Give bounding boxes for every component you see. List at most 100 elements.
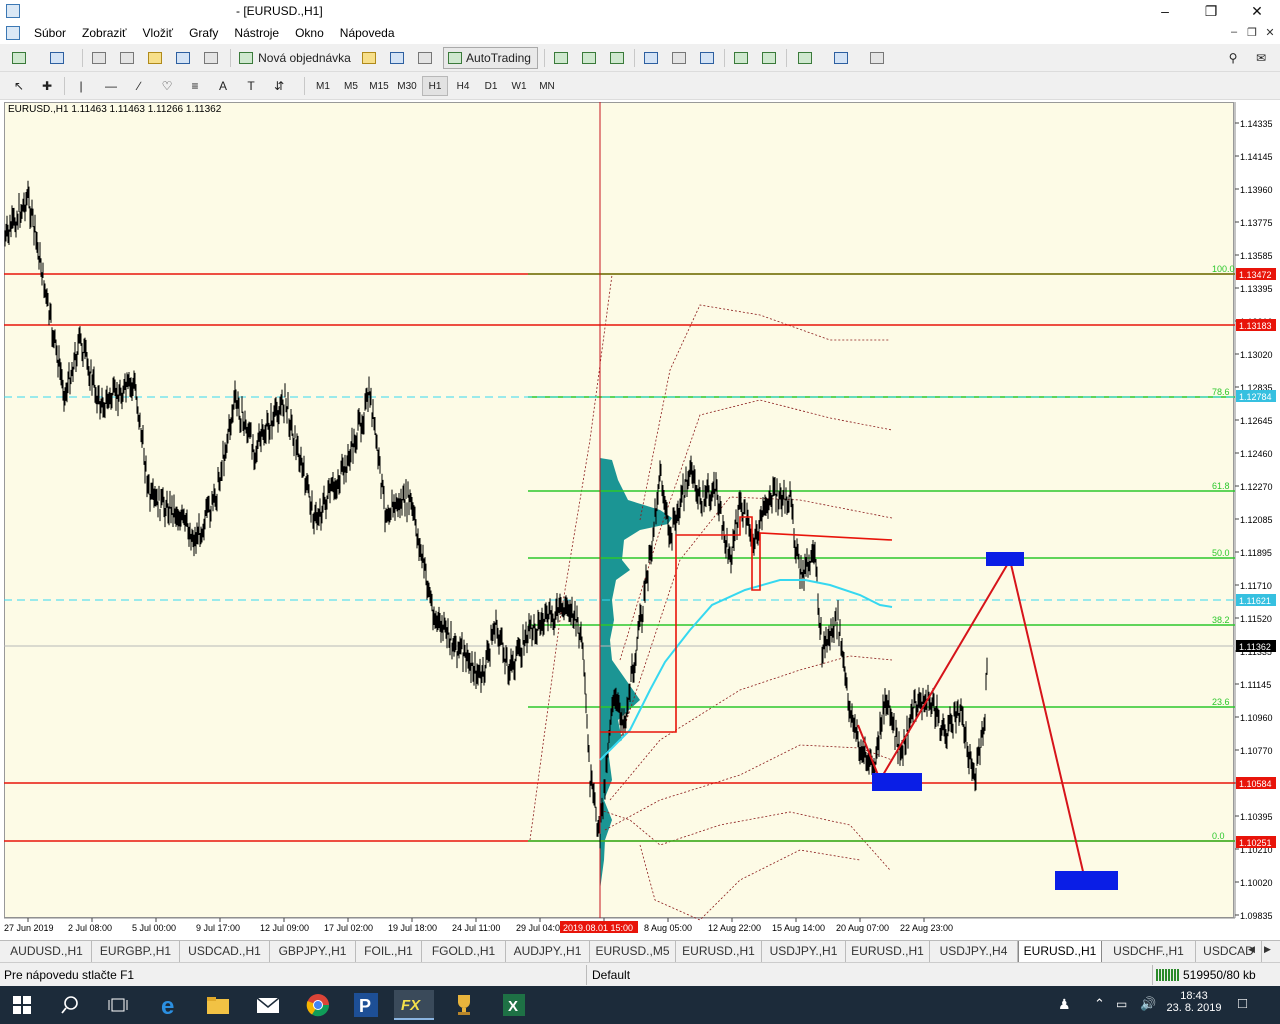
trophy-app-icon[interactable]	[444, 990, 484, 1020]
market-watch-icon[interactable]	[88, 47, 110, 69]
clock[interactable]: 18:43 23. 8. 2019	[1164, 990, 1224, 1014]
auto-scroll-icon[interactable]	[730, 47, 752, 69]
equidistant-channel-icon[interactable]: ♡	[156, 75, 178, 97]
chart-tab[interactable]: EURUSD.,H1	[846, 941, 930, 962]
menu-file[interactable]: Súbor	[26, 22, 74, 44]
file-explorer-icon[interactable]	[198, 990, 238, 1020]
text-icon[interactable]: A	[212, 75, 234, 97]
search-icon[interactable]	[50, 990, 90, 1020]
fibonacci-level-label: 50.0	[1212, 548, 1230, 558]
tf-w1[interactable]: W1	[506, 76, 532, 96]
tf-h1[interactable]: H1	[422, 76, 448, 96]
navigator-icon[interactable]	[144, 47, 166, 69]
tf-d1[interactable]: D1	[478, 76, 504, 96]
tf-m5[interactable]: M5	[338, 76, 364, 96]
indicators-icon[interactable]	[794, 47, 816, 69]
menu-insert[interactable]: Vložiť	[135, 22, 182, 44]
network-icon[interactable]: ▭	[1116, 997, 1127, 1011]
cursor-icon[interactable]: ↖	[8, 75, 30, 97]
menu-charts[interactable]: Grafy	[181, 22, 226, 44]
text-label-icon[interactable]: T	[240, 75, 262, 97]
task-view-icon[interactable]	[98, 990, 138, 1020]
profiles-icon[interactable]	[46, 47, 68, 69]
terminal-icon[interactable]	[172, 47, 194, 69]
tf-m30[interactable]: M30	[394, 76, 420, 96]
chart-tab[interactable]: EURUSD.,H1	[1018, 941, 1102, 963]
chat-icon[interactable]: ✉	[1250, 47, 1272, 69]
autotrading-icon	[448, 52, 463, 64]
data-window-icon[interactable]	[116, 47, 138, 69]
mdi-minimize-button[interactable]: –	[1225, 26, 1243, 40]
chart-shift-icon[interactable]	[758, 47, 780, 69]
people-icon[interactable]: ♟	[1058, 996, 1071, 1013]
chart-tab[interactable]: EURGBP.,H1	[92, 941, 180, 962]
autotrading-button[interactable]: AutoTrading	[443, 47, 538, 69]
tab-scroll-right-icon[interactable]: ▶	[1264, 944, 1271, 955]
experts-icon[interactable]	[386, 47, 408, 69]
search-icon[interactable]: ⚲	[1222, 47, 1244, 69]
menu-help[interactable]: Nápoveda	[332, 22, 403, 44]
volume-icon[interactable]: 🔊	[1140, 996, 1156, 1012]
chart-tab[interactable]: FOIL.,H1	[356, 941, 422, 962]
menu-tools[interactable]: Nástroje	[226, 22, 287, 44]
chart-tab[interactable]: USDJPY.,H1	[762, 941, 846, 962]
maximize-button[interactable]: ❐	[1188, 0, 1234, 22]
tray-chevron-icon[interactable]: ⌃	[1094, 996, 1105, 1012]
start-icon[interactable]	[2, 990, 42, 1020]
chart-tab[interactable]: GBPJPY.,H1	[270, 941, 356, 962]
line-chart-icon[interactable]	[606, 47, 628, 69]
chart-tab[interactable]: USDJPY.,H4	[930, 941, 1018, 962]
trendline-icon[interactable]: ∕	[128, 75, 150, 97]
minimize-button[interactable]: –	[1142, 0, 1188, 22]
price-label-text: 1.11362	[1239, 642, 1271, 652]
menu-view[interactable]: Zobraziť	[74, 22, 135, 44]
menu-window[interactable]: Okno	[287, 22, 332, 44]
candlestick-icon[interactable]	[578, 47, 600, 69]
arrows-icon[interactable]: ⇵	[268, 75, 290, 97]
metatrader-icon[interactable]: FX	[394, 990, 434, 1020]
notifications-icon[interactable]: □	[1238, 995, 1247, 1012]
chrome-icon[interactable]	[298, 990, 338, 1020]
templates-icon[interactable]	[866, 47, 888, 69]
tf-m15[interactable]: M15	[366, 76, 392, 96]
price-tick-label: 1.11710	[1240, 581, 1272, 591]
bar-chart-icon[interactable]	[550, 47, 572, 69]
chart-tab[interactable]: USDCAD.,H1	[180, 941, 270, 962]
metaeditor-icon[interactable]	[358, 47, 380, 69]
chart-tab[interactable]: EURUSD.,H1	[676, 941, 762, 962]
target-box	[1055, 871, 1118, 890]
chart-tab[interactable]: AUDUSD.,H1	[2, 941, 92, 962]
tile-windows-icon[interactable]	[696, 47, 718, 69]
tf-h4[interactable]: H4	[450, 76, 476, 96]
chart-tab[interactable]: AUDJPY.,H1	[506, 941, 590, 962]
app-p-icon[interactable]: P	[346, 990, 386, 1020]
crosshair-icon[interactable]: ✚	[36, 75, 58, 97]
price-tick-label: 1.09835	[1240, 911, 1273, 921]
tf-mn[interactable]: MN	[534, 76, 560, 96]
chart-tab[interactable]: USDCHF.,H1	[1102, 941, 1196, 962]
zoom-out-icon[interactable]	[668, 47, 690, 69]
envelope-line	[604, 744, 893, 831]
vertical-line-icon[interactable]: |	[70, 75, 92, 97]
close-button[interactable]: ✕	[1234, 0, 1280, 22]
periods-icon[interactable]	[830, 47, 852, 69]
mdi-restore-button[interactable]: ❐	[1243, 26, 1261, 40]
zoom-in-icon[interactable]	[640, 47, 662, 69]
tf-m1[interactable]: M1	[310, 76, 336, 96]
edge-browser-icon[interactable]: e	[150, 990, 190, 1020]
new-order-button[interactable]: Nová objednávka	[236, 47, 354, 69]
new-chart-icon[interactable]	[8, 47, 30, 69]
standard-toolbar: Nová objednávka AutoTrading ⚲ ✉	[0, 44, 1280, 72]
fibonacci-icon[interactable]: ≡	[184, 75, 206, 97]
mail-icon[interactable]	[248, 990, 288, 1020]
chart-tab[interactable]: FGOLD.,H1	[422, 941, 506, 962]
excel-icon[interactable]: X	[494, 990, 534, 1020]
chart-tab[interactable]: EURUSD.,M5	[590, 941, 676, 962]
signals-icon[interactable]	[414, 47, 436, 69]
svg-text:X: X	[508, 998, 518, 1015]
mdi-close-button[interactable]: ✕	[1261, 26, 1279, 40]
tab-scroll-left-icon[interactable]: ◀	[1248, 944, 1255, 955]
horizontal-line-icon[interactable]: —	[100, 75, 122, 97]
strategy-tester-icon[interactable]	[200, 47, 222, 69]
status-bar: Pre nápovedu stlačte F1 Default 519950/8…	[0, 962, 1280, 986]
